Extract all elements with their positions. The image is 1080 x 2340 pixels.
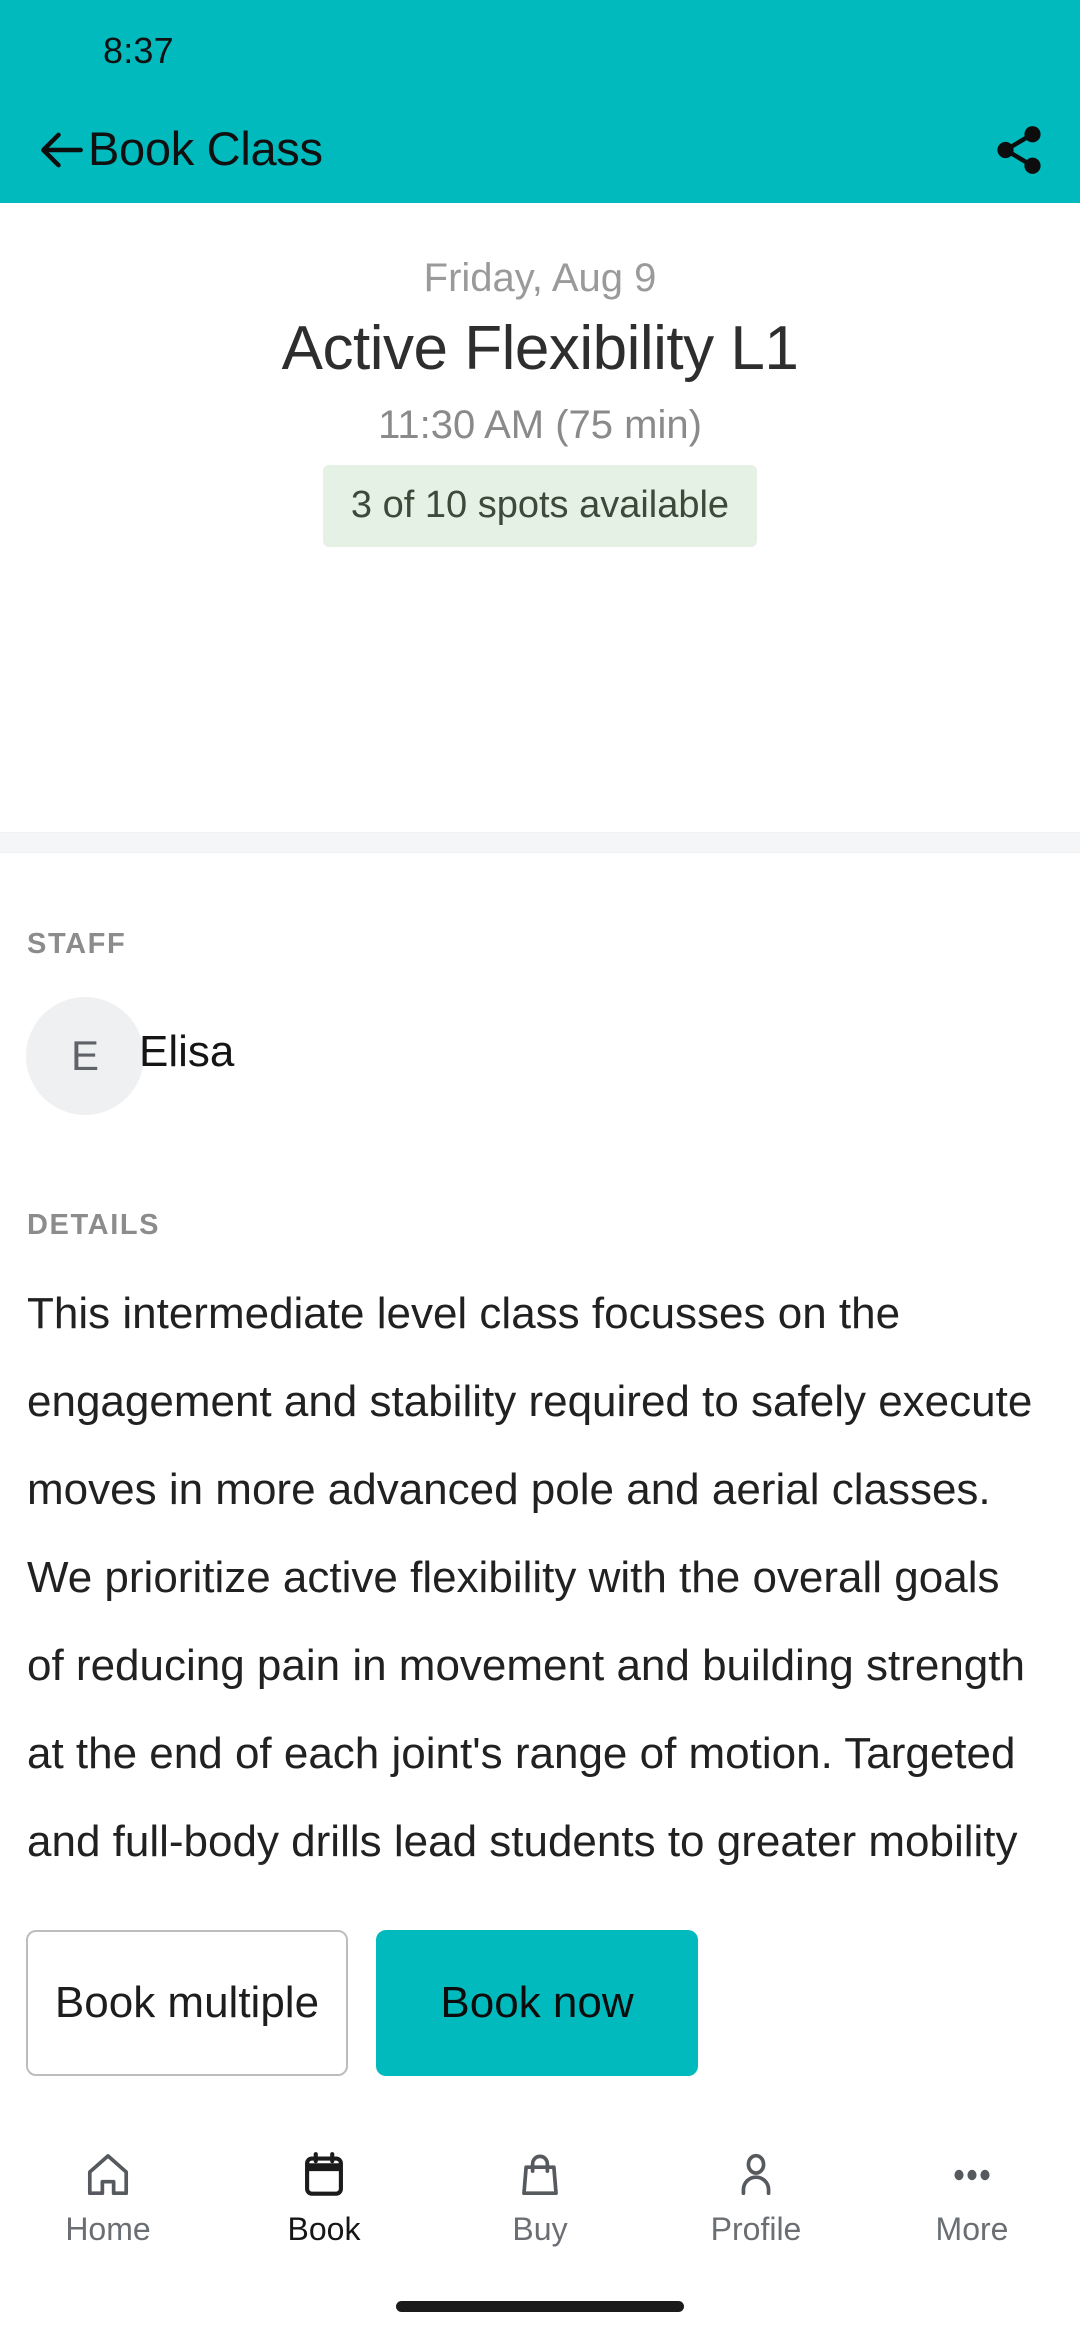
home-indicator[interactable]	[396, 2301, 684, 2312]
app-bar: Book Class	[0, 96, 1080, 203]
home-icon	[72, 2129, 144, 2201]
class-title: Active Flexibility L1	[281, 314, 799, 383]
status-bar-clock: 8:37	[103, 30, 174, 71]
spots-badge-wrap: 3 of 10 spots available	[0, 465, 1080, 547]
spots-available-badge: 3 of 10 spots available	[322, 465, 758, 547]
nav-label-more: More	[935, 2211, 1009, 2247]
avatar-initial: E	[70, 1032, 99, 1079]
details-section-label: DETAILS	[27, 1209, 161, 1241]
arrow-left-icon	[34, 122, 90, 178]
nav-label-home: Home	[65, 2211, 151, 2247]
nav-label-book: Book	[287, 2211, 361, 2247]
content-fade-overlay	[0, 1862, 1080, 1910]
nav-item-profile[interactable]: Profile	[648, 2129, 864, 2257]
nav-label-buy: Buy	[512, 2211, 568, 2247]
nav-label-profile: Profile	[710, 2211, 802, 2247]
action-bar: Book multiple Book now	[0, 1910, 1080, 2100]
section-divider	[0, 832, 1080, 853]
nav-item-home[interactable]: Home	[0, 2129, 216, 2257]
nav-item-more[interactable]: More	[864, 2129, 1080, 2257]
avatar: E	[26, 997, 144, 1115]
bottom-navigation: Home Book Buy Profile More	[0, 2100, 1080, 2340]
share-button[interactable]	[982, 113, 1056, 187]
book-now-button[interactable]: Book now	[376, 1930, 698, 2076]
staff-section-label: STAFF	[27, 928, 127, 960]
nav-item-buy[interactable]: Buy	[432, 2129, 648, 2257]
share-icon	[992, 123, 1046, 177]
top-bar: 8:37 Book Class	[0, 0, 1080, 203]
calendar-icon	[288, 2129, 360, 2201]
staff-name: Elisa	[139, 1027, 235, 1076]
page-title: Book Class	[88, 122, 323, 175]
class-summary: Friday, Aug 9 Active Flexibility L1 11:3…	[0, 203, 1080, 832]
shopping-bag-icon	[504, 2129, 576, 2201]
person-icon	[720, 2129, 792, 2201]
more-horizontal-icon	[936, 2129, 1008, 2201]
nav-item-book[interactable]: Book	[216, 2129, 432, 2257]
staff-row[interactable]: E Elisa	[0, 997, 1080, 1143]
book-multiple-button[interactable]: Book multiple	[26, 1930, 348, 2076]
bottom-nav-items: Home Book Buy Profile More	[0, 2129, 1080, 2257]
status-bar: 8:37	[0, 0, 1080, 96]
class-time: 11:30 AM (75 min)	[378, 403, 702, 447]
back-button[interactable]	[27, 115, 97, 185]
class-date: Friday, Aug 9	[423, 256, 657, 300]
book-class-screen: 8:37 Book Class Friday, Aug 9 Active Fle…	[0, 0, 1080, 2340]
